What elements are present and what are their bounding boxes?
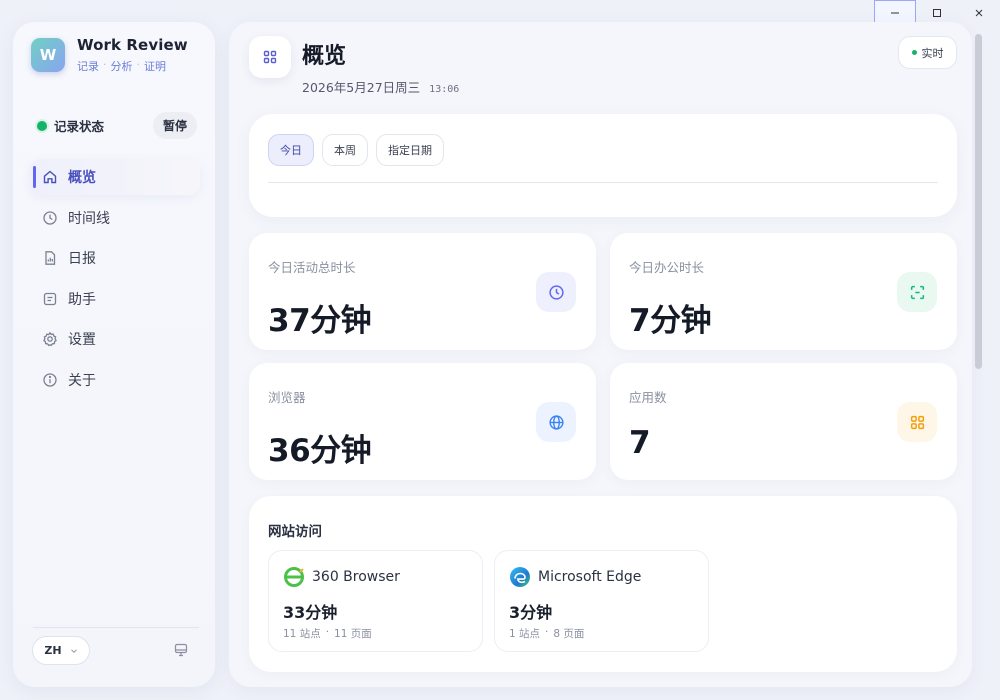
sidebar-item-settings[interactable]: 设置 — [30, 321, 200, 357]
meta-separator: · — [325, 626, 330, 638]
browser-duration: 33分钟 — [283, 603, 338, 622]
main-scrollbar[interactable] — [975, 34, 982, 369]
edge-browser-icon — [509, 566, 531, 588]
filter-divider — [268, 182, 938, 183]
sidebar-item-label: 时间线 — [68, 210, 110, 227]
tab-this-week[interactable]: 本周 — [322, 134, 368, 166]
site-count: 11 站点 — [283, 628, 321, 640]
sidebar-item-timeline[interactable]: 时间线 — [30, 200, 200, 236]
live-dot-icon — [911, 50, 917, 55]
report-icon — [42, 250, 58, 266]
realtime-button[interactable]: 实时 — [898, 36, 957, 69]
tagline-separator: · — [103, 58, 107, 71]
sidebar: W Work Review 记录 · 分析 · 证明 记录状态 暂停 概览 时间… — [13, 22, 215, 687]
recording-status-label: 记录状态 — [54, 119, 105, 134]
date-filter-tabs: 今日 本周 指定日期 — [268, 134, 444, 166]
globe-icon — [536, 402, 576, 442]
sidebar-nav: 概览 时间线 日报 助手 设置 关于 — [30, 159, 200, 402]
browser-meta: 1 站点 · 8 页面 — [509, 626, 584, 641]
browser-card-edge[interactable]: Microsoft Edge 3分钟 1 站点 · 8 页面 — [494, 550, 709, 652]
website-visits-card: 网站访问 360 Browser 33分钟 11 站点 · 11 页面 Micr… — [249, 496, 957, 672]
logo-letter: W — [39, 46, 57, 64]
chevron-down-icon — [70, 648, 77, 653]
clock-icon — [536, 272, 576, 312]
stat-label: 今日办公时长 — [629, 260, 705, 275]
stat-value: 37分钟 — [268, 303, 372, 339]
close-button[interactable] — [958, 0, 1000, 26]
assistant-icon — [42, 291, 58, 307]
page-title: 概览 — [302, 44, 347, 69]
app-logo-icon: W — [31, 38, 65, 72]
meta-separator: · — [545, 626, 549, 638]
pause-button[interactable]: 暂停 — [152, 112, 197, 139]
sidebar-divider — [33, 627, 199, 628]
page-count: 8 页面 — [553, 628, 585, 640]
gear-icon — [42, 331, 58, 347]
stat-label: 浏览器 — [268, 390, 306, 405]
browser-meta: 11 站点 · 11 页面 — [283, 626, 372, 641]
browser-card-360[interactable]: 360 Browser 33分钟 11 站点 · 11 页面 — [268, 550, 483, 652]
sidebar-item-label: 关于 — [68, 372, 96, 389]
stat-card-office-time: 今日办公时长 7分钟 — [610, 233, 957, 350]
sidebar-item-label: 概览 — [68, 170, 96, 186]
minimize-icon — [891, 12, 899, 14]
site-count: 1 站点 — [509, 628, 541, 640]
tagline-prove: 证明 — [144, 60, 166, 73]
stat-value: 7分钟 — [629, 303, 712, 339]
sidebar-item-overview[interactable]: 概览 — [30, 159, 200, 195]
page-count: 11 页面 — [334, 628, 372, 640]
sidebar-item-daily-report[interactable]: 日报 — [30, 240, 200, 276]
app-title: Work Review — [77, 36, 188, 54]
tab-custom-date[interactable]: 指定日期 — [376, 134, 444, 166]
stat-card-browser: 浏览器 36分钟 — [249, 363, 596, 480]
clock-icon — [42, 210, 58, 226]
home-icon — [42, 169, 58, 185]
stat-label: 应用数 — [629, 390, 667, 405]
tab-today[interactable]: 今日 — [268, 134, 314, 166]
recording-indicator-icon — [37, 120, 47, 131]
date-filter-card: 今日 本周 指定日期 — [249, 114, 957, 217]
recording-status-row: 记录状态 暂停 — [37, 112, 197, 139]
info-icon — [42, 372, 58, 388]
brand: W Work Review 记录 · 分析 · 证明 — [31, 36, 188, 74]
focus-icon — [897, 272, 937, 312]
overview-grid-icon — [249, 36, 291, 78]
tagline-analyze: 分析 — [110, 60, 133, 73]
tagline-separator: · — [136, 58, 141, 71]
time-text: 13:06 — [429, 84, 460, 95]
stat-card-app-count: 应用数 7 — [610, 363, 957, 480]
section-title: 网站访问 — [268, 524, 322, 540]
date-text: 2026年5月27日周三 — [302, 80, 421, 95]
sidebar-item-label: 助手 — [68, 291, 96, 308]
main-content: 概览 2026年5月27日周三 13:06 实时 今日 本周 指定日期 今日活动… — [229, 22, 972, 687]
browser-name: 360 Browser — [312, 569, 400, 585]
browser-duration: 3分钟 — [509, 603, 553, 622]
monitor-icon[interactable] — [173, 642, 189, 658]
sidebar-item-assistant[interactable]: 助手 — [30, 281, 200, 317]
stat-value: 36分钟 — [268, 433, 372, 469]
apps-icon — [897, 402, 937, 442]
realtime-label: 实时 — [921, 46, 944, 60]
360-browser-icon — [283, 566, 305, 588]
stat-card-total-activity: 今日活动总时长 37分钟 — [249, 233, 596, 350]
sidebar-item-label: 日报 — [68, 251, 96, 267]
browser-name: Microsoft Edge — [538, 569, 642, 585]
stat-label: 今日活动总时长 — [268, 260, 356, 275]
language-label: ZH — [44, 644, 62, 657]
tagline-record: 记录 — [77, 60, 99, 73]
sidebar-item-about[interactable]: 关于 — [30, 362, 200, 398]
stat-value: 7 — [629, 425, 651, 461]
close-icon — [975, 9, 983, 17]
page-date: 2026年5月27日周三 13:06 — [302, 77, 459, 96]
language-select[interactable]: ZH — [32, 636, 90, 665]
app-tagline: 记录 · 分析 · 证明 — [77, 58, 188, 74]
sidebar-item-label: 设置 — [68, 332, 96, 348]
maximize-icon — [933, 9, 941, 17]
